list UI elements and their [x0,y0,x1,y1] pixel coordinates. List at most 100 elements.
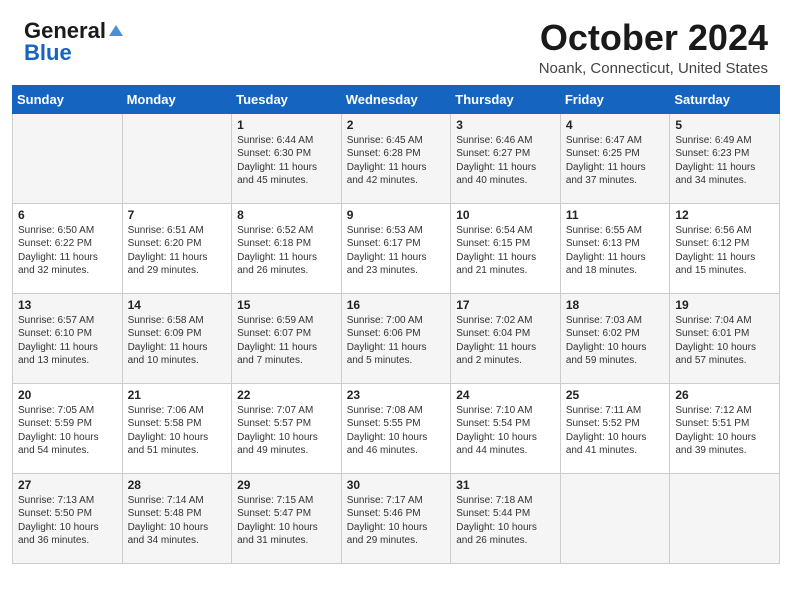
day-number: 23 [347,388,446,402]
day-cell: 20 Sunrise: 7:05 AM Sunset: 5:59 PM Dayli… [13,383,123,473]
day-cell: 7 Sunrise: 6:51 AM Sunset: 6:20 PM Daylig… [122,203,232,293]
day-cell: 17Sunrise: 7:02 AM Sunset: 6:04 PM Dayli… [451,293,561,383]
day-cell: 1 Sunrise: 6:44 AM Sunset: 6:30 PM Daylig… [232,113,342,203]
day-info: Sunrise: 7:11 AM Sunset: 5:52 PM Dayligh… [566,404,665,458]
day-cell: 23 Sunrise: 7:08 AM Sunset: 5:55 PM Dayli… [341,383,451,473]
day-cell: 31 Sunrise: 7:18 AM Sunset: 5:44 PM Dayli… [451,473,561,563]
day-number: 7 [128,208,227,222]
title-block: October 2024 Noank, Connecticut, United … [539,18,768,77]
day-number: 14 [128,298,227,312]
day-cell: 11 Sunrise: 6:55 AM Sunset: 6:13 PM Dayli… [560,203,670,293]
week-row-1: 1 Sunrise: 6:44 AM Sunset: 6:30 PM Daylig… [13,113,780,203]
day-info: Sunrise: 7:17 AM Sunset: 5:46 PM Dayligh… [347,494,446,548]
day-cell: 22Sunrise: 7:07 AM Sunset: 5:57 PM Dayli… [232,383,342,473]
day-number: 26 [675,388,774,402]
calendar-table: SundayMondayTuesdayWednesdayThursdayFrid… [12,85,780,564]
day-number: 2 [347,118,446,132]
page-header: General Blue October 2024 Noank, Connect… [0,0,792,85]
column-header-sunday: Sunday [13,85,123,113]
calendar-wrapper: SundayMondayTuesdayWednesdayThursdayFrid… [0,85,792,576]
day-number: 19 [675,298,774,312]
day-number: 3 [456,118,555,132]
day-cell: 16 Sunrise: 7:00 AM Sunset: 6:06 PM Dayli… [341,293,451,383]
day-cell: 12 Sunrise: 6:56 AM Sunset: 6:12 PM Dayli… [670,203,780,293]
column-header-thursday: Thursday [451,85,561,113]
day-info: Sunrise: 7:14 AM Sunset: 5:48 PM Dayligh… [128,494,227,548]
day-number: 9 [347,208,446,222]
column-header-saturday: Saturday [670,85,780,113]
day-info: Sunrise: 7:10 AM Sunset: 5:54 PM Dayligh… [456,404,555,458]
day-info: Sunrise: 6:46 AM Sunset: 6:27 PM Dayligh… [456,134,555,188]
day-info: Sunrise: 6:44 AM Sunset: 6:30 PM Dayligh… [237,134,336,188]
day-number: 12 [675,208,774,222]
header-row: SundayMondayTuesdayWednesdayThursdayFrid… [13,85,780,113]
column-header-tuesday: Tuesday [232,85,342,113]
day-number: 31 [456,478,555,492]
day-number: 27 [18,478,117,492]
day-number: 18 [566,298,665,312]
column-header-friday: Friday [560,85,670,113]
logo-triangle-icon [109,25,123,36]
day-cell [670,473,780,563]
day-number: 28 [128,478,227,492]
day-info: Sunrise: 6:45 AM Sunset: 6:28 PM Dayligh… [347,134,446,188]
day-number: 20 [18,388,117,402]
day-number: 13 [18,298,117,312]
day-number: 30 [347,478,446,492]
day-cell: 24 Sunrise: 7:10 AM Sunset: 5:54 PM Dayli… [451,383,561,473]
day-info: Sunrise: 6:56 AM Sunset: 6:12 PM Dayligh… [675,224,774,278]
day-number: 10 [456,208,555,222]
week-row-5: 27 Sunrise: 7:13 AM Sunset: 5:50 PM Dayli… [13,473,780,563]
day-cell: 19 Sunrise: 7:04 AM Sunset: 6:01 PM Dayli… [670,293,780,383]
day-info: Sunrise: 6:52 AM Sunset: 6:18 PM Dayligh… [237,224,336,278]
day-info: Sunrise: 6:55 AM Sunset: 6:13 PM Dayligh… [566,224,665,278]
day-info: Sunrise: 7:08 AM Sunset: 5:55 PM Dayligh… [347,404,446,458]
day-info: Sunrise: 6:50 AM Sunset: 6:22 PM Dayligh… [18,224,117,278]
day-info: Sunrise: 7:15 AM Sunset: 5:47 PM Dayligh… [237,494,336,548]
day-number: 4 [566,118,665,132]
day-info: Sunrise: 7:12 AM Sunset: 5:51 PM Dayligh… [675,404,774,458]
day-cell: 2 Sunrise: 6:45 AM Sunset: 6:28 PM Daylig… [341,113,451,203]
day-info: Sunrise: 7:18 AM Sunset: 5:44 PM Dayligh… [456,494,555,548]
day-info: Sunrise: 7:03 AM Sunset: 6:02 PM Dayligh… [566,314,665,368]
location-subtitle: Noank, Connecticut, United States [539,60,768,77]
day-info: Sunrise: 6:51 AM Sunset: 6:20 PM Dayligh… [128,224,227,278]
day-number: 6 [18,208,117,222]
day-info: Sunrise: 6:58 AM Sunset: 6:09 PM Dayligh… [128,314,227,368]
day-cell [560,473,670,563]
day-info: Sunrise: 7:00 AM Sunset: 6:06 PM Dayligh… [347,314,446,368]
day-cell: 13 Sunrise: 6:57 AM Sunset: 6:10 PM Dayli… [13,293,123,383]
day-info: Sunrise: 6:47 AM Sunset: 6:25 PM Dayligh… [566,134,665,188]
column-header-monday: Monday [122,85,232,113]
day-info: Sunrise: 7:05 AM Sunset: 5:59 PM Dayligh… [18,404,117,458]
day-cell: 26 Sunrise: 7:12 AM Sunset: 5:51 PM Dayli… [670,383,780,473]
day-cell: 4 Sunrise: 6:47 AM Sunset: 6:25 PM Daylig… [560,113,670,203]
day-number: 21 [128,388,227,402]
week-row-4: 20 Sunrise: 7:05 AM Sunset: 5:59 PM Dayli… [13,383,780,473]
day-info: Sunrise: 6:59 AM Sunset: 6:07 PM Dayligh… [237,314,336,368]
day-info: Sunrise: 6:53 AM Sunset: 6:17 PM Dayligh… [347,224,446,278]
day-info: Sunrise: 6:49 AM Sunset: 6:23 PM Dayligh… [675,134,774,188]
day-cell [122,113,232,203]
day-cell: 27 Sunrise: 7:13 AM Sunset: 5:50 PM Dayli… [13,473,123,563]
day-cell: 8Sunrise: 6:52 AM Sunset: 6:18 PM Daylig… [232,203,342,293]
logo: General Blue [24,18,123,66]
day-number: 29 [237,478,336,492]
day-number: 24 [456,388,555,402]
day-cell: 30 Sunrise: 7:17 AM Sunset: 5:46 PM Dayli… [341,473,451,563]
day-number: 16 [347,298,446,312]
day-info: Sunrise: 7:04 AM Sunset: 6:01 PM Dayligh… [675,314,774,368]
day-number: 15 [237,298,336,312]
day-cell: 29 Sunrise: 7:15 AM Sunset: 5:47 PM Dayli… [232,473,342,563]
day-number: 5 [675,118,774,132]
day-number: 11 [566,208,665,222]
day-cell: 21Sunrise: 7:06 AM Sunset: 5:58 PM Dayli… [122,383,232,473]
day-cell: 3 Sunrise: 6:46 AM Sunset: 6:27 PM Daylig… [451,113,561,203]
day-number: 1 [237,118,336,132]
day-info: Sunrise: 7:13 AM Sunset: 5:50 PM Dayligh… [18,494,117,548]
day-info: Sunrise: 6:57 AM Sunset: 6:10 PM Dayligh… [18,314,117,368]
week-row-3: 13 Sunrise: 6:57 AM Sunset: 6:10 PM Dayli… [13,293,780,383]
day-cell: 9 Sunrise: 6:53 AM Sunset: 6:17 PM Daylig… [341,203,451,293]
day-cell: 10Sunrise: 6:54 AM Sunset: 6:15 PM Dayli… [451,203,561,293]
calendar-header: SundayMondayTuesdayWednesdayThursdayFrid… [13,85,780,113]
